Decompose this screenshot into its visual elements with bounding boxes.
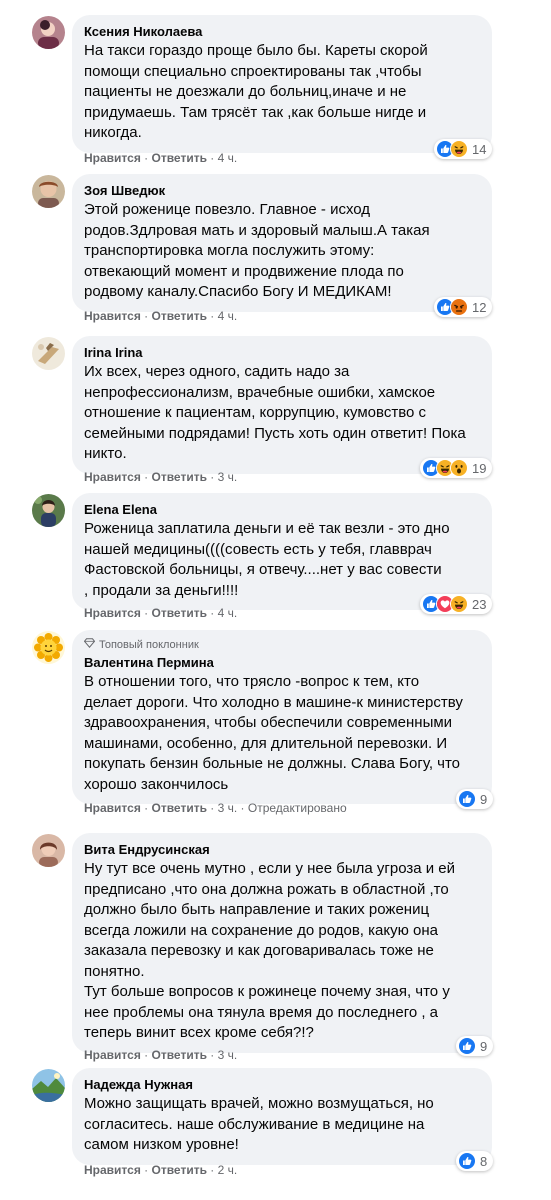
separator: · — [206, 1048, 218, 1062]
separator: · — [140, 606, 152, 620]
like-reaction-icon — [458, 790, 476, 808]
like-reaction-icon — [458, 1152, 476, 1170]
separator: · — [206, 470, 218, 484]
comment-actions: Нравится · Ответить · 4 ч. — [84, 606, 237, 620]
avatar[interactable] — [32, 834, 65, 867]
author-name[interactable]: Вита Ендрусинская — [84, 841, 480, 858]
comment-text: Ну тут все очень мутно , если у нее была… — [84, 860, 456, 1041]
diamond-icon — [83, 638, 96, 651]
like-button[interactable]: Нравится — [84, 151, 141, 165]
badge-label: Топовый поклонник — [99, 638, 199, 651]
avatar[interactable] — [32, 1069, 65, 1102]
timestamp[interactable]: 4 ч. — [218, 151, 238, 165]
comment-bubble: Irina Irina Их всех, через одного, садит… — [72, 336, 492, 474]
separator: · — [206, 151, 218, 165]
author-name[interactable]: Irina Irina — [84, 344, 480, 361]
comment-bubble: Elena Elena Роженица заплатила деньги и … — [72, 493, 492, 610]
comment-bubble: Вита Ендрусинская Ну тут все очень мутно… — [72, 833, 492, 1053]
haha-reaction-icon — [450, 140, 468, 158]
separator: · — [206, 1163, 218, 1177]
timestamp[interactable]: 2 ч. — [218, 1163, 238, 1177]
reply-button[interactable]: Ответить — [152, 309, 207, 323]
comment-actions: Нравится · Ответить · 3 ч. — [84, 1048, 237, 1062]
reaction-count: 8 — [480, 1153, 488, 1169]
comment-bubble: Ксения Николаева На такси гораздо проще … — [72, 15, 492, 153]
like-reaction-icon — [458, 1037, 476, 1055]
comment-bubble: Топовый поклонник Валентина Пермина В от… — [72, 630, 492, 804]
angry-reaction-icon — [450, 298, 468, 316]
comment-actions: Нравится · Ответить · 4 ч. — [84, 151, 237, 165]
comment-actions: Нравится · Ответить · 2 ч. — [84, 1163, 237, 1177]
avatar[interactable] — [32, 337, 65, 370]
timestamp[interactable]: 3 ч. — [218, 1048, 238, 1062]
like-button[interactable]: Нравится — [84, 470, 141, 484]
separator: · — [140, 801, 152, 815]
comment-text: Этой роженице повезло. Главное - исход р… — [84, 201, 430, 300]
edited-label[interactable]: Отредактировано — [248, 801, 347, 815]
reaction-summary[interactable]: 8 — [456, 1151, 494, 1171]
reaction-summary[interactable]: 14 — [434, 139, 493, 159]
wow-reaction-icon — [450, 459, 468, 477]
reply-button[interactable]: Ответить — [152, 151, 207, 165]
like-button[interactable]: Нравится — [84, 801, 141, 815]
reaction-summary[interactable]: 9 — [456, 789, 494, 809]
top-fan-badge[interactable]: Топовый поклонник — [83, 638, 480, 651]
avatar[interactable] — [32, 175, 65, 208]
author-name[interactable]: Elena Elena — [84, 501, 480, 518]
reply-button[interactable]: Ответить — [152, 1163, 207, 1177]
reaction-summary[interactable]: 9 — [456, 1036, 494, 1056]
reaction-count: 12 — [472, 299, 487, 315]
reaction-count: 9 — [480, 791, 488, 807]
like-button[interactable]: Нравится — [84, 1163, 141, 1177]
reaction-count: 14 — [472, 141, 487, 157]
avatar[interactable] — [32, 631, 65, 664]
separator: · — [140, 470, 152, 484]
reaction-count: 19 — [472, 460, 487, 476]
like-button[interactable]: Нравится — [84, 309, 141, 323]
reaction-summary[interactable]: 12 — [434, 297, 493, 317]
comment-bubble: Зоя Шведюк Этой роженице повезло. Главно… — [72, 174, 492, 312]
comment-actions: Нравится · Ответить · 3 ч. — [84, 470, 237, 484]
comment-text: Их всех, через одного, садить надо за не… — [84, 363, 466, 462]
separator: · — [206, 606, 218, 620]
comment-text: В отношении того, что трясло -вопрос к т… — [84, 673, 463, 793]
separator: · — [140, 1048, 152, 1062]
timestamp[interactable]: 3 ч. — [218, 470, 238, 484]
separator: · — [206, 801, 218, 815]
separator: · — [206, 309, 218, 323]
separator: · — [140, 309, 152, 323]
reaction-summary[interactable]: 19 — [420, 458, 493, 478]
comment-text: Можно защищать врачей, можно возмущаться… — [84, 1095, 434, 1153]
reply-button[interactable]: Ответить — [152, 801, 207, 815]
author-name[interactable]: Ксения Николаева — [84, 23, 480, 40]
reaction-count: 23 — [472, 596, 487, 612]
reaction-summary[interactable]: 23 — [420, 594, 493, 614]
timestamp[interactable]: 4 ч. — [218, 309, 238, 323]
avatar[interactable] — [32, 16, 65, 49]
separator: · — [237, 801, 248, 815]
haha-reaction-icon — [450, 595, 468, 613]
comment-actions: Нравится · Ответить · 4 ч. — [84, 309, 237, 323]
separator: · — [140, 151, 152, 165]
avatar[interactable] — [32, 494, 65, 527]
timestamp[interactable]: 4 ч. — [218, 606, 238, 620]
reply-button[interactable]: Ответить — [152, 470, 207, 484]
like-button[interactable]: Нравится — [84, 1048, 141, 1062]
comment-text: На такси гораздо проще было бы. Кареты с… — [84, 42, 428, 141]
comment-actions: Нравится · Ответить · 3 ч. · Отредактиро… — [84, 801, 347, 815]
author-name[interactable]: Валентина Пермина — [84, 654, 480, 671]
reaction-count: 9 — [480, 1038, 488, 1054]
author-name[interactable]: Надежда Нужная — [84, 1076, 480, 1093]
author-name[interactable]: Зоя Шведюк — [84, 182, 480, 199]
like-button[interactable]: Нравится — [84, 606, 141, 620]
comment-bubble: Надежда Нужная Можно защищать врачей, мо… — [72, 1068, 492, 1165]
timestamp[interactable]: 3 ч. — [218, 801, 238, 815]
comment-text: Роженица заплатила деньги и её так везли… — [84, 520, 450, 599]
reply-button[interactable]: Ответить — [152, 606, 207, 620]
reply-button[interactable]: Ответить — [152, 1048, 207, 1062]
separator: · — [140, 1163, 152, 1177]
